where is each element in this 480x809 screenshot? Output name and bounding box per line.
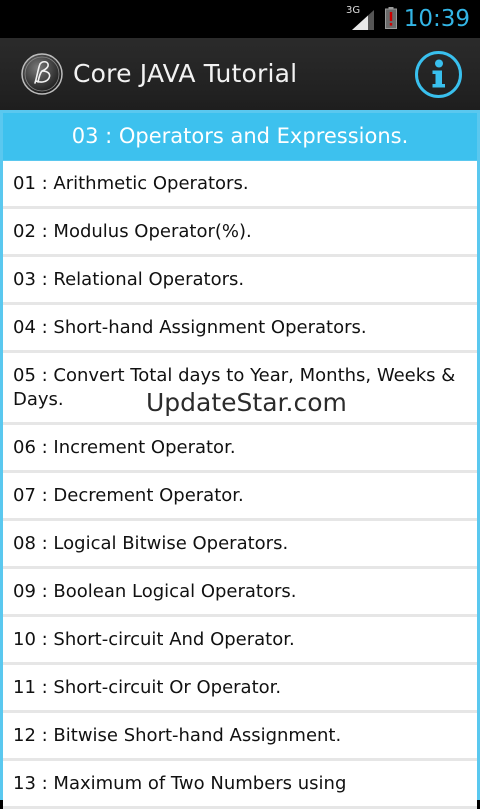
- list-item[interactable]: 11 : Short-circuit Or Operator.: [3, 665, 477, 713]
- status-time: 10:39: [403, 6, 470, 32]
- list-item-label: 11 : Short-circuit Or Operator.: [13, 677, 282, 698]
- list-item-label: 03 : Relational Operators.: [13, 269, 245, 290]
- list-item[interactable]: 07 : Decrement Operator.: [3, 473, 477, 521]
- list-item[interactable]: 09 : Boolean Logical Operators.: [3, 569, 477, 617]
- list-item-label: 07 : Decrement Operator.: [13, 485, 244, 506]
- list-item-label: 13 : Maximum of Two Numbers using: [13, 773, 347, 794]
- list-item-label: 04 : Short-hand Assignment Operators.: [13, 317, 367, 338]
- status-bar: 3G 10:39: [0, 0, 480, 38]
- list-item[interactable]: 01 : Arithmetic Operators.: [3, 161, 477, 209]
- list-item-label: 02 : Modulus Operator(%).: [13, 221, 252, 242]
- list-item[interactable]: 02 : Modulus Operator(%).: [3, 209, 477, 257]
- list-item-label: 09 : Boolean Logical Operators.: [13, 581, 297, 602]
- list-item[interactable]: 06 : Increment Operator.: [3, 425, 477, 473]
- topic-list: 01 : Arithmetic Operators. 02 : Modulus …: [3, 161, 477, 809]
- action-bar: Core JAVA Tutorial: [0, 38, 480, 110]
- battery-icon: [385, 7, 397, 29]
- list-item-label: 12 : Bitwise Short-hand Assignment.: [13, 725, 342, 746]
- list-item[interactable]: 13 : Maximum of Two Numbers using: [3, 761, 477, 809]
- signal-icon: [352, 10, 374, 30]
- list-item[interactable]: 08 : Logical Bitwise Operators.: [3, 521, 477, 569]
- content-frame: 03 : Operators and Expressions. 01 : Ari…: [0, 110, 480, 809]
- list-item-label: 01 : Arithmetic Operators.: [13, 173, 249, 194]
- list-item-label: 08 : Logical Bitwise Operators.: [13, 533, 289, 554]
- app-title: Core JAVA Tutorial: [73, 59, 298, 88]
- app-logo-icon[interactable]: [21, 53, 63, 95]
- list-item[interactable]: 10 : Short-circuit And Operator.: [3, 617, 477, 665]
- list-item[interactable]: 04 : Short-hand Assignment Operators.: [3, 305, 477, 353]
- list-item-label: 10 : Short-circuit And Operator.: [13, 629, 295, 650]
- info-icon[interactable]: [414, 50, 463, 99]
- list-item[interactable]: 12 : Bitwise Short-hand Assignment.: [3, 713, 477, 761]
- section-title: 03 : Operators and Expressions.: [3, 113, 477, 160]
- list-item-label: 06 : Increment Operator.: [13, 437, 236, 458]
- watermark-text: UpdateStar.com: [146, 388, 347, 417]
- list-item[interactable]: 03 : Relational Operators.: [3, 257, 477, 305]
